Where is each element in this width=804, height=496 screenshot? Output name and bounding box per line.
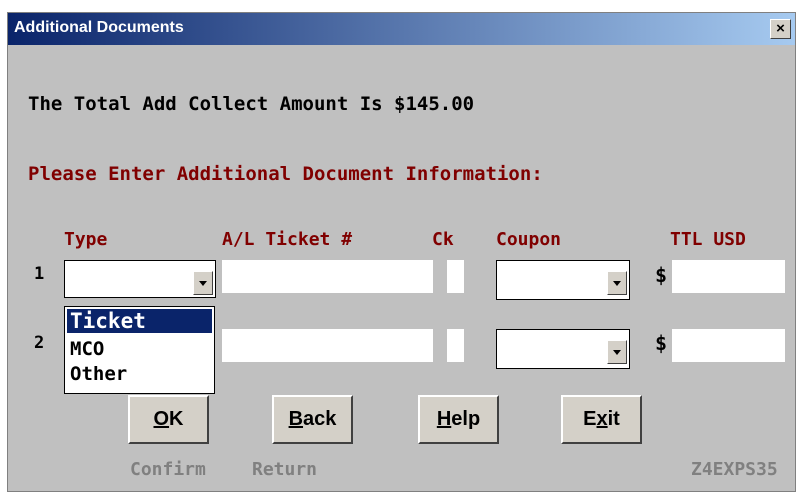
- row-1-type-select[interactable]: [64, 260, 216, 298]
- type-option-other[interactable]: Other: [67, 362, 212, 386]
- exit-button-post: it: [607, 408, 620, 430]
- row-1-ticket-input[interactable]: [222, 260, 433, 293]
- row-2-ticket-input[interactable]: [222, 329, 433, 362]
- column-header-coupon: Coupon: [496, 229, 562, 250]
- exit-button[interactable]: Exit: [561, 395, 642, 444]
- exit-button-mnemonic: x: [596, 408, 608, 430]
- chevron-down-icon[interactable]: [607, 340, 627, 364]
- column-header-ttl-usd: TTL USD: [670, 229, 746, 250]
- row-1-ttl-usd-input[interactable]: [672, 260, 785, 293]
- ok-button-post: K: [169, 408, 184, 430]
- back-button[interactable]: Back: [272, 395, 353, 444]
- row-1-number: 1: [34, 264, 45, 284]
- row-2-ck-input[interactable]: [447, 329, 464, 362]
- close-icon[interactable]: ×: [770, 19, 791, 39]
- row-2-number: 2: [34, 333, 45, 353]
- type-option-mco[interactable]: MCO: [67, 337, 212, 361]
- window-title: Additional Documents: [14, 19, 184, 36]
- help-button[interactable]: Help: [418, 395, 499, 444]
- row-1-ck-input[interactable]: [447, 260, 464, 293]
- title-bar[interactable]: Additional Documents ×: [8, 13, 795, 45]
- exit-button-pre: E: [583, 408, 597, 430]
- type-dropdown-list[interactable]: Ticket MCO Other: [64, 306, 215, 394]
- screen-id: Z4EXPS35: [691, 459, 778, 480]
- column-header-ticket: A/L Ticket #: [222, 229, 353, 250]
- back-button-post: ack: [303, 408, 337, 430]
- row-2-coupon-select[interactable]: [496, 329, 630, 369]
- row-2-currency-symbol: $: [655, 331, 668, 355]
- total-amount-text: The Total Add Collect Amount Is $145.00: [28, 93, 475, 115]
- ok-button-mnemonic: O: [153, 408, 170, 430]
- type-option-ticket[interactable]: Ticket: [67, 309, 212, 333]
- additional-documents-dialog: Additional Documents × The Total Add Col…: [7, 12, 796, 492]
- row-1-currency-symbol: $: [655, 263, 668, 287]
- chevron-down-icon[interactable]: [607, 271, 627, 295]
- help-button-post: elp: [451, 408, 481, 430]
- column-header-ck: Ck: [432, 229, 454, 250]
- instruction-text: Please Enter Additional Document Informa…: [28, 163, 543, 185]
- back-button-mnemonic: B: [288, 408, 304, 430]
- back-caption: Return: [252, 459, 318, 480]
- column-header-type: Type: [64, 229, 108, 250]
- row-1-coupon-select[interactable]: [496, 260, 630, 300]
- help-button-mnemonic: H: [436, 408, 452, 430]
- ok-button[interactable]: OK: [128, 395, 209, 444]
- chevron-down-icon[interactable]: [193, 271, 213, 295]
- ok-caption: Confirm: [130, 459, 206, 480]
- row-2-ttl-usd-input[interactable]: [672, 329, 785, 362]
